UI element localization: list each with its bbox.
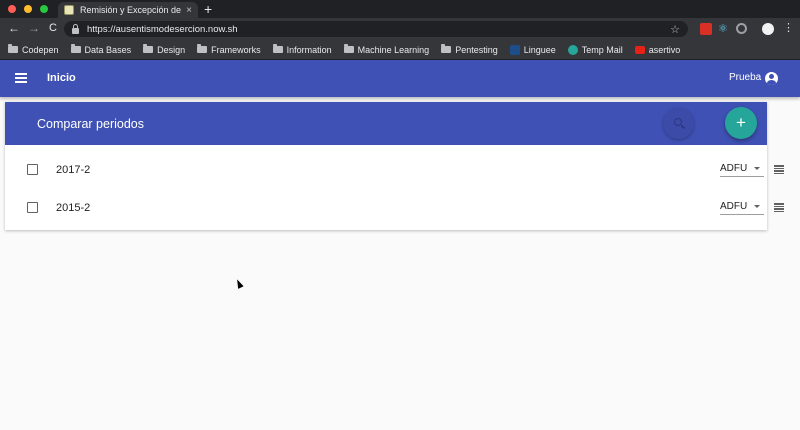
- browser-tab-strip: Remisión y Excepción de ausen × +: [0, 0, 800, 18]
- tab-favicon-icon: [64, 5, 74, 15]
- folder-icon: [272, 44, 283, 53]
- card-header: Comparar periodos +: [5, 102, 767, 145]
- bookmark-label: Information: [286, 44, 332, 55]
- bookmark-label: Machine Learning: [357, 44, 430, 55]
- mouse-cursor-icon: [234, 278, 244, 289]
- temp-mail-icon: [567, 44, 578, 55]
- bookmark-data-bases[interactable]: Data Bases: [70, 44, 132, 55]
- folder-icon: [197, 44, 208, 53]
- youtube-icon: [634, 45, 645, 54]
- back-button[interactable]: ←: [7, 21, 21, 35]
- bookmark-label: Pentesting: [455, 44, 498, 55]
- compare-periods-card: Comparar periodos + 2017-2 ADFU 2015-2 A…: [5, 102, 784, 230]
- add-period-button[interactable]: +: [725, 107, 757, 139]
- address-bar[interactable]: https://ausentismodesercion.now.sh ☆: [64, 21, 688, 37]
- bookmark-label: Codepen: [22, 44, 59, 55]
- bookmark-label: Frameworks: [211, 44, 261, 55]
- bookmark-temp-mail[interactable]: Temp Mail: [567, 44, 623, 55]
- bookmark-machine-learning[interactable]: Machine Learning: [343, 44, 430, 55]
- bookmark-linguee[interactable]: Linguee: [509, 44, 556, 55]
- browser-menu-icon[interactable]: ⋮: [783, 21, 794, 34]
- react-devtools-icon[interactable]: ⚛: [718, 22, 730, 35]
- folder-icon: [70, 44, 81, 53]
- program-select-value: ADFU: [720, 163, 748, 174]
- browser-tab[interactable]: Remisión y Excepción de ausen ×: [58, 2, 198, 18]
- bookmark-information[interactable]: Information: [272, 44, 332, 55]
- tab-title: Remisión y Excepción de ausen: [80, 5, 182, 15]
- tab-close-icon[interactable]: ×: [186, 5, 192, 16]
- reload-button[interactable]: C: [46, 22, 60, 34]
- period-label: 2015-2: [56, 202, 91, 214]
- account-circle-icon[interactable]: [765, 72, 778, 85]
- search-button[interactable]: [663, 108, 694, 139]
- program-select-value: ADFU: [720, 201, 748, 212]
- folder-icon: [143, 44, 154, 53]
- user-name[interactable]: Prueba: [729, 72, 761, 83]
- profile-avatar[interactable]: [762, 23, 774, 35]
- bookmark-label: Data Bases: [84, 44, 132, 55]
- app-bar: Inicio Prueba: [0, 60, 800, 97]
- bookmark-label: Linguee: [523, 44, 556, 55]
- bookmark-label: asertivo: [648, 44, 681, 55]
- extension-circle-icon[interactable]: [736, 23, 747, 34]
- extension-red-icon[interactable]: [700, 23, 712, 35]
- caret-down-icon: [754, 167, 760, 170]
- bookmark-codepen[interactable]: Codepen: [8, 44, 59, 55]
- app-title: Inicio: [47, 72, 76, 84]
- lock-icon: [72, 23, 79, 34]
- url-text[interactable]: https://ausentismodesercion.now.sh: [87, 24, 670, 35]
- reorder-icon[interactable]: [774, 165, 784, 175]
- window-minimize-button[interactable]: [24, 5, 32, 13]
- new-tab-button[interactable]: +: [204, 1, 212, 17]
- bookmark-pentesting[interactable]: Pentesting: [441, 44, 498, 55]
- period-checkbox[interactable]: [27, 164, 38, 175]
- search-icon-handle: [681, 124, 685, 129]
- program-select[interactable]: ADFU: [720, 199, 764, 215]
- linguee-icon: [509, 44, 520, 55]
- bookmark-frameworks[interactable]: Frameworks: [197, 44, 261, 55]
- caret-down-icon: [754, 205, 760, 208]
- folder-icon: [8, 44, 18, 53]
- card-title: Comparar periodos: [37, 117, 144, 131]
- bookmark-design[interactable]: Design: [143, 44, 186, 55]
- bookmarks-bar: Codepen Data Bases Design Frameworks Inf…: [0, 40, 800, 60]
- bookmark-asertivo[interactable]: asertivo: [634, 44, 681, 55]
- window-maximize-button[interactable]: [40, 5, 48, 13]
- menu-icon[interactable]: [15, 73, 27, 83]
- bookmark-star-icon[interactable]: ☆: [670, 23, 680, 36]
- bookmark-label: Temp Mail: [581, 44, 623, 55]
- period-checkbox[interactable]: [27, 202, 38, 213]
- folder-icon: [343, 44, 354, 53]
- period-row: 2015-2 ADFU: [5, 188, 784, 226]
- period-row: 2017-2 ADFU: [5, 150, 784, 188]
- forward-button[interactable]: →: [27, 21, 41, 35]
- window-close-button[interactable]: [8, 5, 16, 13]
- reorder-icon[interactable]: [774, 203, 784, 213]
- folder-icon: [441, 44, 452, 53]
- period-label: 2017-2: [56, 164, 91, 176]
- bookmark-label: Design: [157, 44, 186, 55]
- program-select[interactable]: ADFU: [720, 161, 764, 177]
- browser-toolbar: ← → C https://ausentismodesercion.now.sh…: [0, 18, 800, 40]
